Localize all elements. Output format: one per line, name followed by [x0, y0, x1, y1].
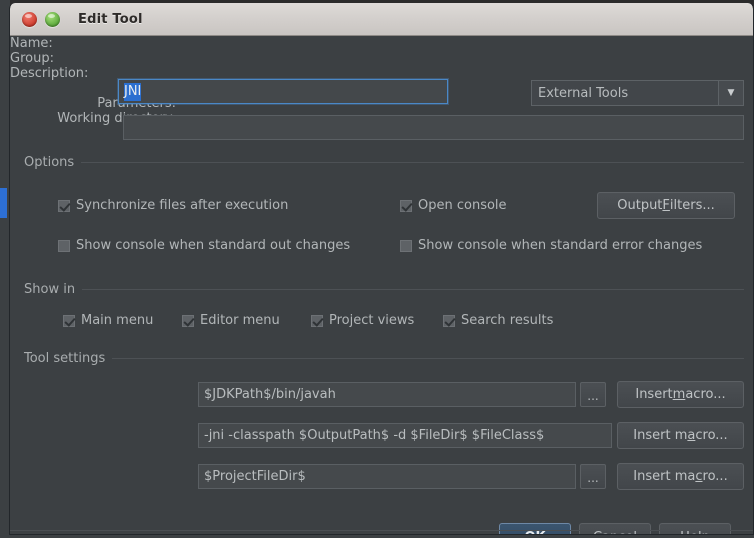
checkbox-show-console-stderr[interactable]: Show console when standard error changes — [400, 238, 702, 253]
checkbox-box[interactable] — [400, 239, 412, 252]
macro-post: acro... — [685, 387, 726, 402]
dialog-titlebar: Edit Tool — [10, 3, 753, 36]
checkbox-editor-menu[interactable]: Editor menu — [182, 313, 280, 328]
help-button[interactable]: Help — [659, 523, 731, 534]
options-section-divider — [24, 162, 744, 163]
checkbox-label: Project views — [329, 313, 415, 328]
checkbox-box[interactable] — [63, 314, 75, 327]
macro-post: ro... — [702, 469, 728, 484]
checkbox-search-results[interactable]: Search results — [443, 313, 553, 328]
checkbox-label: Show console when standard error changes — [418, 238, 703, 253]
parameters-input[interactable]: -jni -classpath $OutputPath$ -d $FileDir… — [198, 423, 612, 448]
checkbox-synchronize-files[interactable]: Synchronize files after execution — [58, 198, 288, 213]
macro-mnemonic: c — [695, 469, 703, 484]
working-directory-input-value: $ProjectFileDir$ — [204, 469, 306, 484]
program-input-value: $JDKPath$/bin/javah — [204, 387, 336, 402]
ok-button[interactable]: OK — [499, 523, 571, 534]
working-directory-insert-macro-button[interactable]: Insert ma c ro... — [617, 463, 744, 490]
options-section-title: Options — [24, 155, 82, 170]
checkbox-label: Open console — [418, 198, 507, 213]
macro-pre: Insert m — [633, 428, 688, 443]
checkbox-box[interactable] — [400, 199, 412, 212]
macro-pre: Insert ma — [633, 469, 696, 484]
checkbox-label: Synchronize files after execution — [76, 198, 289, 213]
tool-settings-section-title: Tool settings — [24, 351, 113, 366]
background-selected-row — [0, 188, 7, 218]
show-in-section-title: Show in — [24, 282, 83, 297]
macro-mnemonic: a — [687, 428, 696, 443]
working-directory-browse-button[interactable]: ... — [580, 464, 606, 489]
checkbox-label: Editor menu — [200, 313, 280, 328]
group-combobox-value: External Tools — [538, 85, 629, 101]
show-in-section-divider — [24, 289, 744, 290]
group-label: Group: — [10, 51, 54, 66]
checkbox-open-console[interactable]: Open console — [400, 198, 507, 213]
macro-pre: Insert — [635, 387, 673, 402]
program-input[interactable]: $JDKPath$/bin/javah — [198, 382, 576, 407]
parameters-input-value: -jni -classpath $OutputPath$ -d $FileDir… — [204, 428, 545, 443]
checkbox-show-console-stdout[interactable]: Show console when standard out changes — [58, 238, 350, 253]
checkbox-box[interactable] — [443, 314, 455, 327]
checkbox-label: Search results — [461, 313, 554, 328]
parameters-insert-macro-button[interactable]: Insert m a cro... — [617, 422, 744, 449]
program-insert-macro-button[interactable]: Insert m acro... — [617, 381, 744, 408]
window-title: Edit Tool — [78, 11, 143, 27]
macro-post: cro... — [695, 428, 728, 443]
footer-divider — [10, 530, 753, 531]
checkbox-box[interactable] — [58, 239, 70, 252]
close-icon[interactable] — [22, 11, 37, 27]
output-filters-post: ilters... — [669, 198, 715, 213]
checkbox-box[interactable] — [311, 314, 323, 327]
checkbox-box[interactable] — [182, 314, 194, 327]
macro-mnemonic: m — [672, 387, 686, 402]
program-browse-button[interactable]: ... — [580, 382, 606, 407]
edit-tool-dialog: Edit Tool Name: JNI Group: External Tool… — [9, 3, 754, 535]
checkbox-label: Main menu — [81, 313, 154, 328]
checkbox-main-menu[interactable]: Main menu — [63, 313, 153, 328]
description-input[interactable] — [123, 115, 744, 140]
name-input-value: JNI — [124, 83, 142, 101]
name-input[interactable]: JNI — [118, 79, 448, 104]
chevron-down-icon[interactable]: ▼ — [718, 81, 743, 105]
checkbox-box[interactable] — [58, 199, 70, 212]
output-filters-button[interactable]: Output Filters... — [597, 192, 735, 219]
group-combobox[interactable]: External Tools ▼ — [531, 80, 744, 106]
maximize-icon[interactable] — [45, 11, 60, 27]
output-filters-mnemonic: F — [662, 198, 670, 213]
tool-settings-section-divider — [24, 358, 744, 359]
working-directory-input[interactable]: $ProjectFileDir$ — [198, 464, 576, 489]
dialog-content: Name: JNI Group: External Tools ▼ Descri… — [10, 36, 753, 534]
checkbox-project-views[interactable]: Project views — [311, 313, 414, 328]
output-filters-pre: Output — [617, 198, 663, 213]
checkbox-label: Show console when standard out changes — [76, 238, 351, 253]
name-label: Name: — [10, 36, 53, 51]
cancel-button[interactable]: Cancel — [579, 523, 651, 534]
